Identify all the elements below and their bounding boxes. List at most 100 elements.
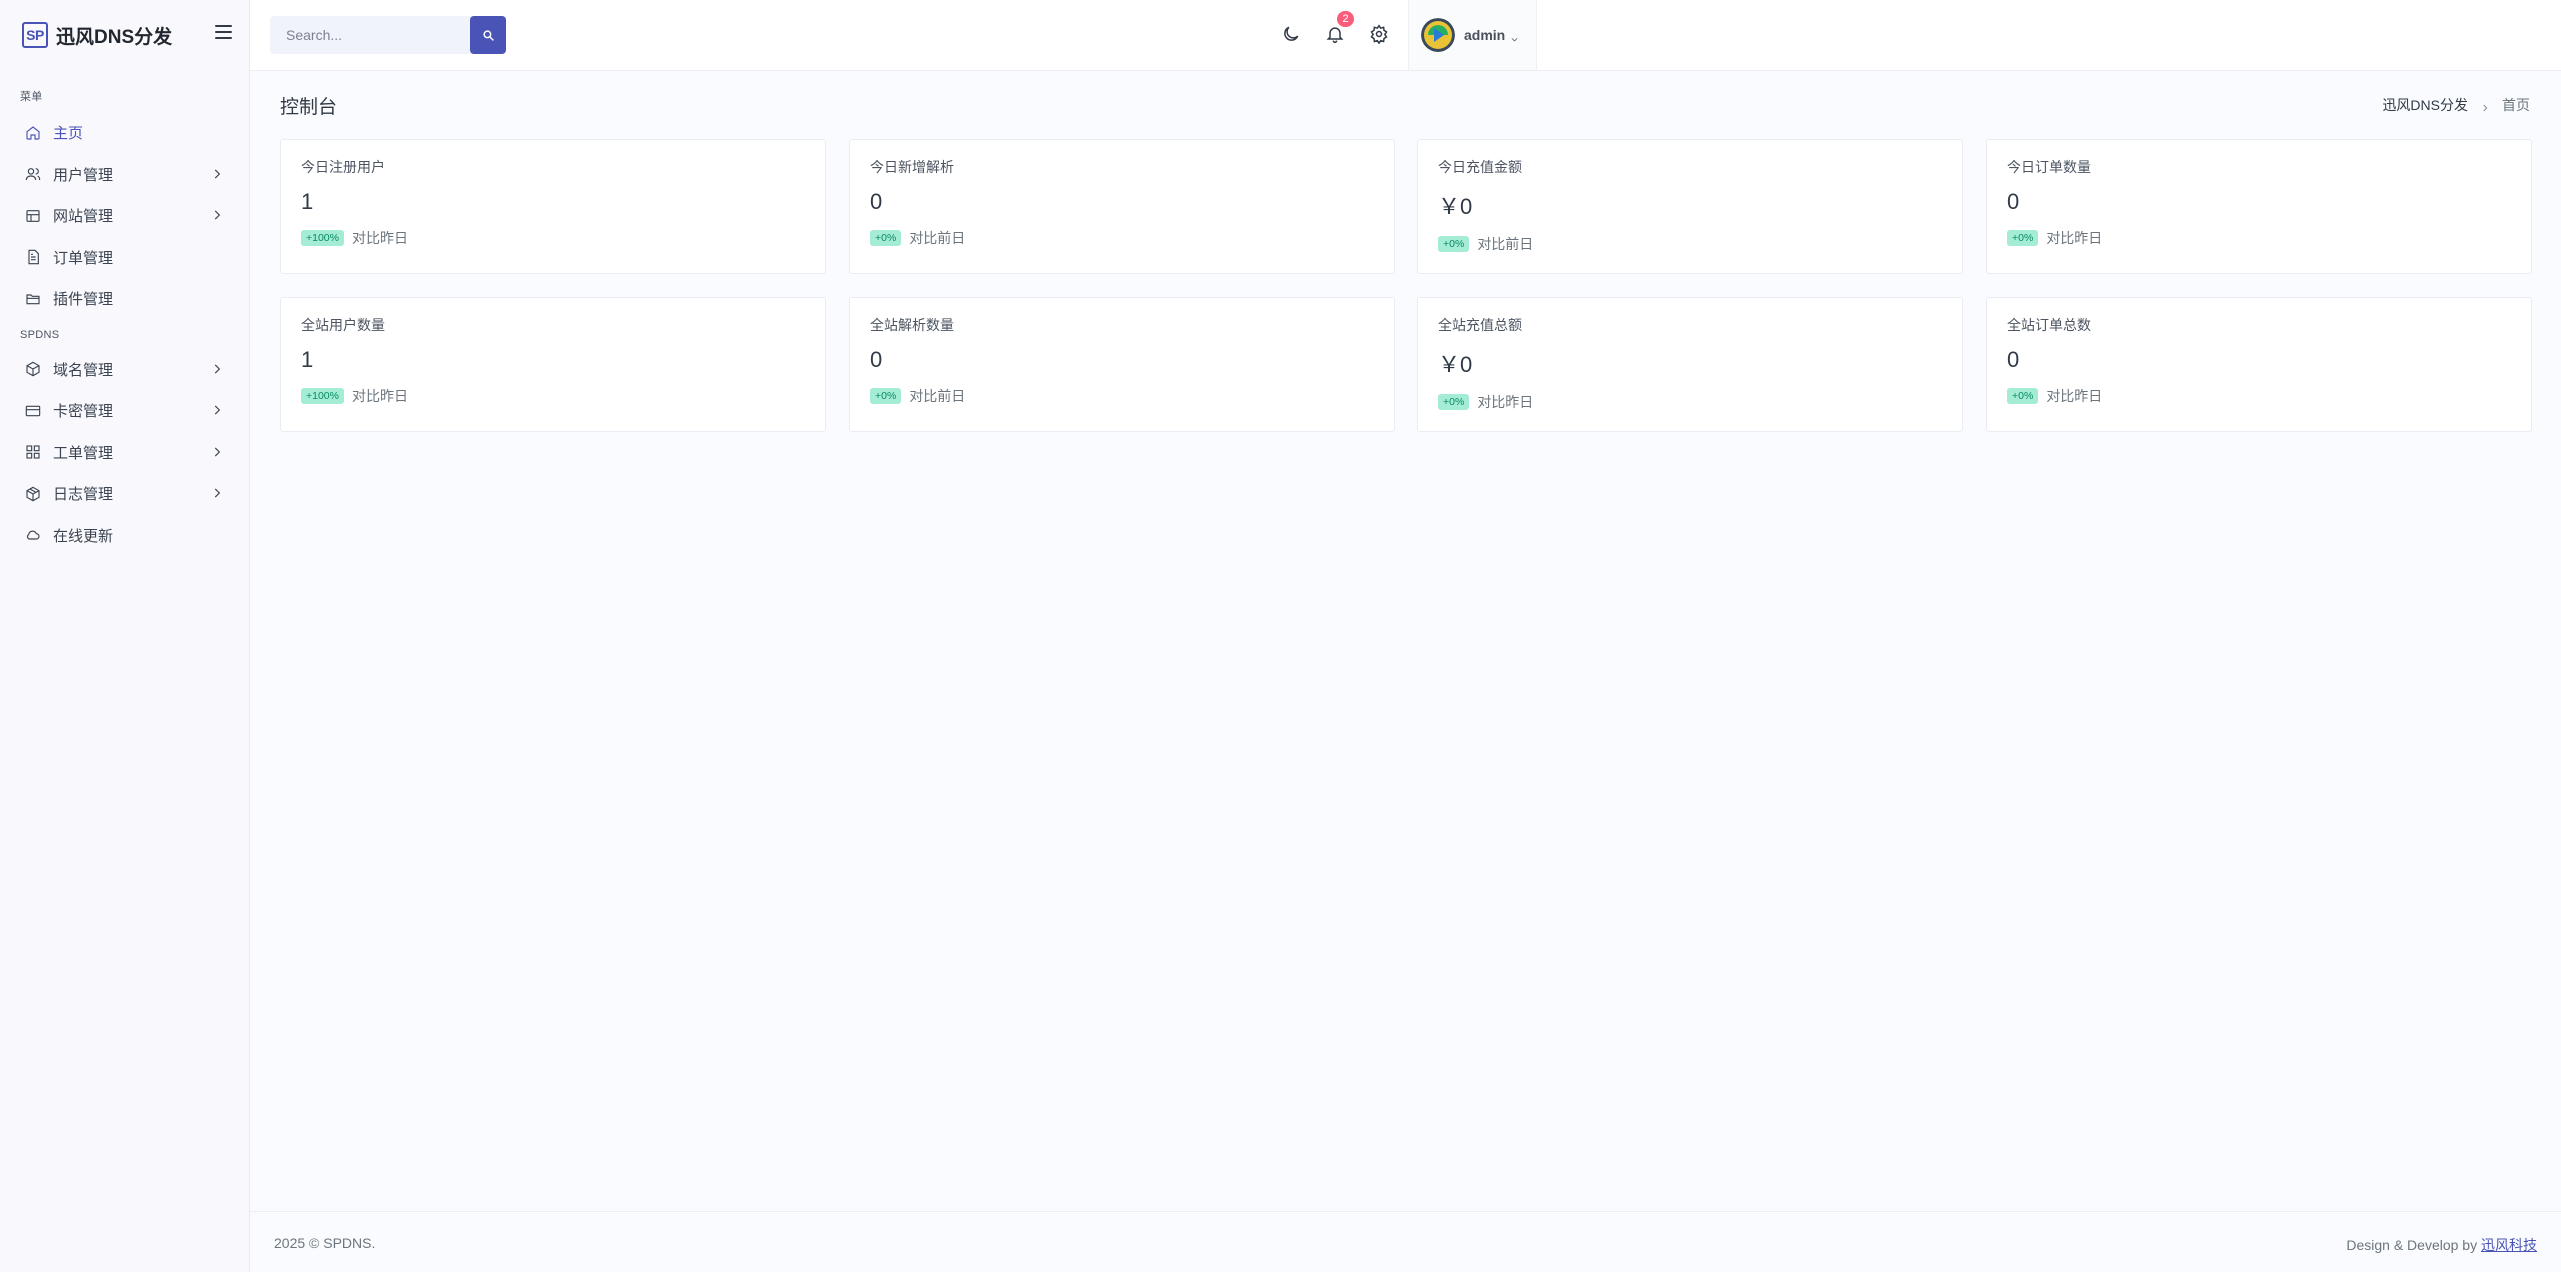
search-icon (482, 29, 494, 41)
stat-title: 全站用户数量 (301, 317, 385, 333)
stat-compare: 对比前日 (1477, 236, 1534, 252)
sidebar-item-label: 日志管理 (53, 486, 114, 504)
chevron-right-icon (210, 445, 224, 459)
stat-value: 0 (870, 347, 883, 372)
sidebar-item-label: 订单管理 (53, 249, 114, 267)
sidebar-item-cards[interactable]: 卡密管理 (0, 390, 249, 432)
search-button[interactable] (470, 16, 506, 54)
users-icon (25, 166, 41, 182)
stat-card-today-orders: 今日订单数量 0 +0% 对比昨日 (1986, 139, 2532, 274)
credit-card-icon (25, 403, 41, 419)
stat-compare: 对比昨日 (2046, 388, 2103, 404)
folder-icon (25, 291, 41, 307)
footer-copyright: 2025 © SPDNS. (274, 1235, 376, 1251)
chevron-right-icon (2480, 100, 2490, 112)
sidebar-item-label: 工单管理 (53, 444, 114, 462)
sidebar-item-label: 卡密管理 (53, 403, 114, 421)
table-icon (25, 208, 41, 224)
sidebar-item-label: 域名管理 (53, 361, 114, 379)
stat-value: 1 (301, 347, 314, 372)
menu-toggle-icon[interactable] (215, 25, 232, 39)
package-icon (25, 361, 41, 377)
sidebar-item-orders[interactable]: 订单管理 (0, 237, 249, 279)
menu-section-title: 菜单 (20, 91, 43, 103)
file-text-icon (25, 249, 41, 265)
stat-value: 0 (870, 189, 883, 214)
bell-icon (1326, 27, 1344, 44)
sidebar-item-sites[interactable]: 网站管理 (0, 195, 249, 237)
stat-card-today-recharge: 今日充值金额 ￥0 +0% 对比前日 (1417, 139, 1963, 274)
stat-title: 全站充值总额 (1438, 317, 1522, 333)
stat-title: 今日充值金额 (1438, 159, 1522, 175)
stat-title: 今日注册用户 (301, 159, 385, 175)
stat-value: ￥0 (1438, 352, 1473, 377)
breadcrumb: 迅风DNS分发 首页 (2382, 95, 2530, 115)
avatar (1421, 18, 1455, 52)
username: admin (1464, 27, 1506, 43)
footer-credit: Design & Develop by 迅风科技 (2346, 1235, 2537, 1255)
box-icon (25, 486, 41, 502)
sidebar-item-users[interactable]: 用户管理 (0, 154, 249, 196)
sidebar-item-label: 网站管理 (53, 208, 114, 226)
grid-icon (25, 444, 41, 460)
stat-change-badge: +0% (870, 388, 902, 404)
stat-change-badge: +0% (1438, 236, 1470, 252)
footer-credit-text: Design & Develop by (2346, 1237, 2478, 1253)
chevron-right-icon (210, 362, 224, 376)
stat-value: 0 (2007, 347, 2020, 372)
breadcrumb-link[interactable]: 迅风DNS分发 (2382, 95, 2468, 115)
chevron-right-icon (210, 167, 224, 181)
stat-compare: 对比昨日 (352, 230, 408, 246)
brand-logo: SP (22, 22, 48, 48)
stat-title: 全站订单总数 (2007, 317, 2091, 333)
stat-change-badge: +0% (870, 230, 902, 246)
footer: 2025 © SPDNS. Design & Develop by 迅风科技 (250, 1211, 2561, 1272)
dark-mode-toggle[interactable] (1280, 23, 1302, 45)
settings-button[interactable] (1368, 23, 1390, 45)
stat-compare: 对比昨日 (2046, 230, 2103, 246)
topbar: 2 admin (250, 0, 2561, 71)
notification-badge: 2 (1337, 11, 1354, 27)
chevron-right-icon (210, 486, 224, 500)
stat-change-badge: +0% (2007, 230, 2039, 246)
stat-value: 1 (301, 189, 314, 214)
stat-change-badge: +100% (301, 230, 344, 246)
gear-icon (1370, 24, 1388, 44)
chevron-right-icon (210, 208, 224, 222)
stat-card-total-orders: 全站订单总数 0 +0% 对比昨日 (1986, 297, 2532, 432)
chevron-right-icon (210, 403, 224, 417)
stat-title: 全站解析数量 (870, 317, 954, 333)
stat-compare: 对比昨日 (352, 388, 408, 404)
stat-card-today-records: 今日新增解析 0 +0% 对比前日 (849, 139, 1395, 274)
stat-title: 今日新增解析 (870, 159, 954, 175)
user-menu[interactable]: admin (1408, 0, 1537, 70)
home-icon (25, 125, 41, 141)
stat-value: ￥0 (1438, 194, 1473, 219)
stat-change-badge: +0% (1438, 394, 1470, 410)
sidebar: SP 迅风DNS分发 菜单 主页 用户管理 网站管理 订单管理 插件管理 SPD… (0, 0, 250, 1272)
sidebar-item-domains[interactable]: 域名管理 (0, 349, 249, 391)
stat-change-badge: +0% (2007, 388, 2039, 404)
sidebar-item-label: 在线更新 (53, 527, 114, 545)
stat-change-badge: +100% (301, 388, 344, 404)
sidebar-item-tickets[interactable]: 工单管理 (0, 432, 249, 474)
stat-compare: 对比前日 (909, 388, 966, 404)
search-input[interactable] (270, 16, 450, 54)
sidebar-item-label: 插件管理 (53, 291, 114, 309)
sidebar-item-label: 主页 (53, 125, 84, 143)
stat-compare: 对比前日 (909, 230, 966, 246)
sidebar-item-update[interactable]: 在线更新 (0, 515, 249, 557)
breadcrumb-current: 首页 (2502, 97, 2530, 113)
stat-card-total-users: 全站用户数量 1 +100% 对比昨日 (280, 297, 826, 432)
brand[interactable]: SP 迅风DNS分发 (0, 0, 249, 70)
sidebar-item-plugins[interactable]: 插件管理 (0, 278, 249, 320)
sidebar-item-home[interactable]: 主页 (0, 112, 249, 154)
footer-credit-link[interactable]: 迅风科技 (2481, 1237, 2537, 1253)
stat-card-total-records: 全站解析数量 0 +0% 对比前日 (849, 297, 1395, 432)
sidebar-item-logs[interactable]: 日志管理 (0, 473, 249, 515)
brand-name: 迅风DNS分发 (56, 26, 173, 48)
stat-value: 0 (2007, 189, 2020, 214)
stat-compare: 对比昨日 (1477, 394, 1534, 410)
chevron-down-icon (1510, 31, 1519, 42)
stat-title: 今日订单数量 (2007, 159, 2091, 175)
